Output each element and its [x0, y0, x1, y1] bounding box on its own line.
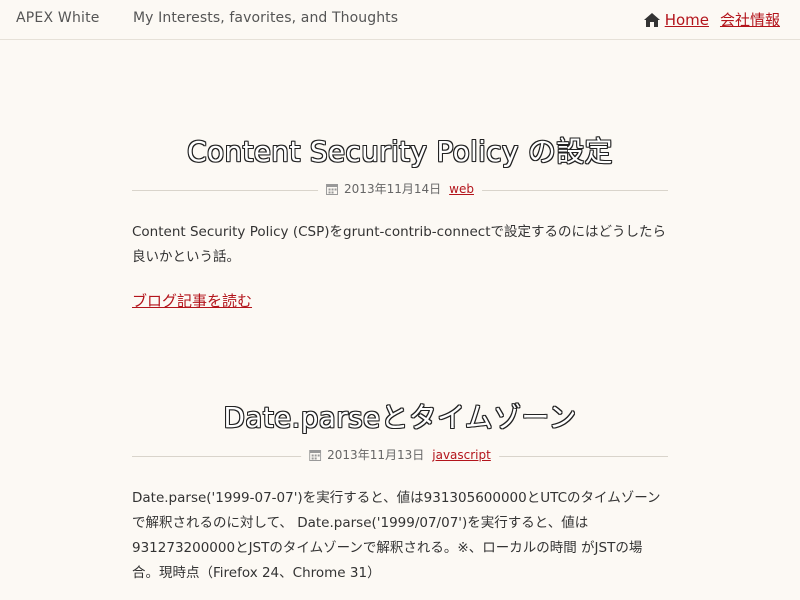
post-meta: 2013年11月14日 web — [318, 180, 482, 197]
post-title[interactable]: Date.parseとタイムゾーン — [132, 396, 668, 436]
post-card: Content Security Policy の設定 2013年11月14日 … — [132, 130, 668, 311]
nav-company-link[interactable]: 会社情報 — [720, 9, 780, 30]
post-date: 2013年11月13日 — [327, 448, 425, 462]
calendar-icon — [309, 449, 322, 461]
post-meta: 2013年11月13日 javascript — [301, 446, 499, 463]
post-date: 2013年11月14日 — [344, 182, 442, 196]
post-meta-row: 2013年11月14日 web — [132, 180, 668, 200]
main-nav: Home 会社情報 — [643, 9, 780, 30]
post-category-link[interactable]: javascript — [432, 448, 491, 462]
read-more-link[interactable]: ブログ記事を読む — [132, 290, 252, 311]
post-title[interactable]: Content Security Policy の設定 — [132, 130, 668, 170]
nav-home-link[interactable]: Home — [643, 11, 709, 29]
home-icon — [643, 12, 660, 27]
nav-home-label: Home — [664, 10, 709, 29]
post-category-link[interactable]: web — [449, 182, 474, 196]
calendar-icon — [326, 183, 339, 195]
site-header: APEX White My Interests, favorites, and … — [0, 0, 800, 40]
site-tagline: My Interests, favorites, and Thoughts — [133, 10, 399, 26]
post-excerpt: Content Security Policy (CSP)をgrunt-cont… — [132, 224, 666, 265]
post-excerpt: Date.parse('1999-07-07')を実行すると、値は9313056… — [132, 490, 661, 581]
site-brand[interactable]: APEX White — [16, 10, 100, 26]
post-meta-row: 2013年11月13日 javascript — [132, 446, 668, 466]
post-card: Date.parseとタイムゾーン 2013年11月13日 javascript… — [132, 396, 668, 586]
